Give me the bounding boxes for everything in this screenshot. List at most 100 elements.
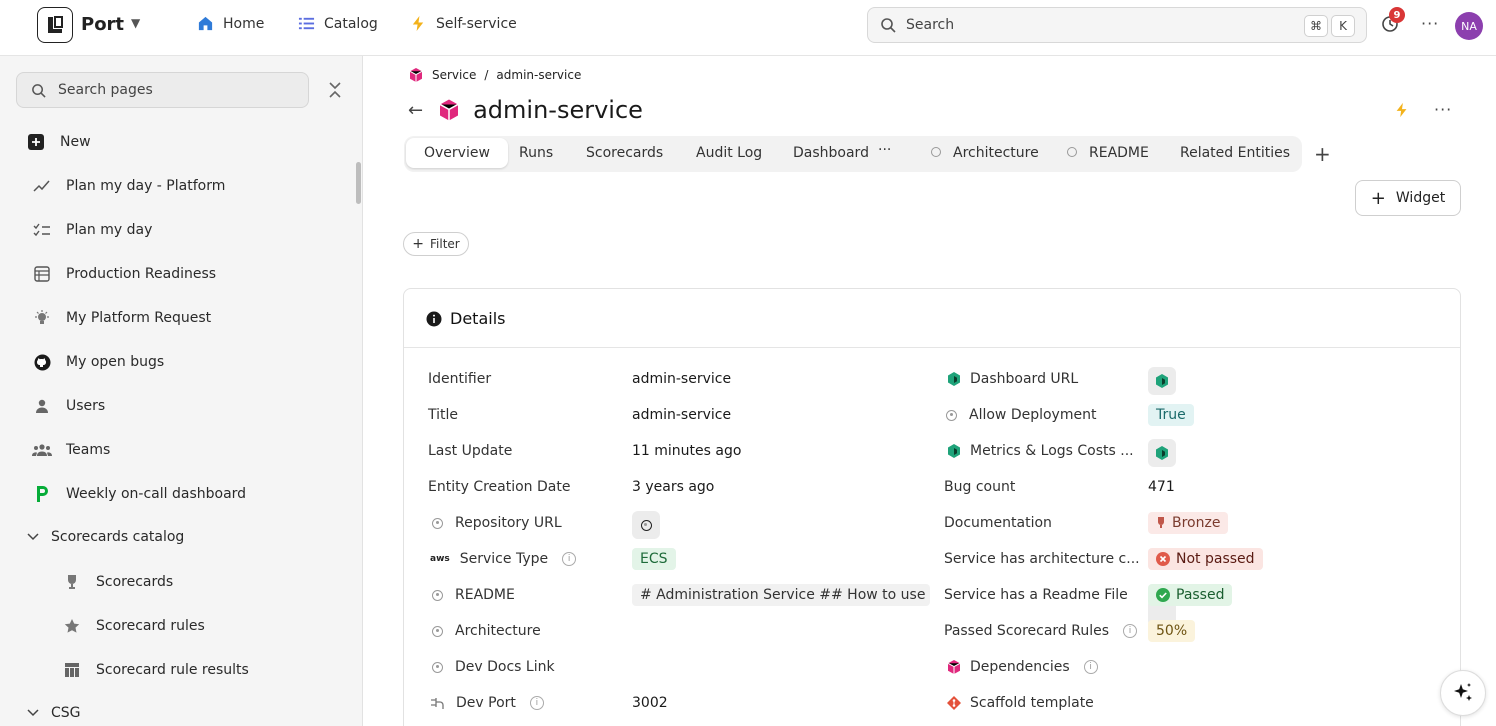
info-icon: [426, 311, 442, 326]
circle-dot-icon: [432, 625, 443, 637]
info-icon[interactable]: i: [562, 552, 577, 566]
sidebar-item-label: Scorecards: [96, 574, 174, 590]
detail-row-passed-rules: Passed Scorecard Rules i: [944, 619, 1138, 643]
readme-check-badge: Passed: [1148, 584, 1233, 606]
detail-value: 3 years ago: [632, 479, 715, 495]
detail-label: Entity Creation Date: [428, 479, 571, 495]
circle-dot-icon: [432, 661, 443, 673]
dashboard-logo-icon: [948, 372, 960, 386]
repository-link-icon[interactable]: [632, 511, 660, 539]
info-icon[interactable]: i: [1083, 660, 1098, 674]
add-tab-icon[interactable]: +: [1314, 142, 1331, 166]
sidebar-item-plan-my-day-platform[interactable]: Plan my day - Platform: [32, 176, 225, 196]
sidebar-folder-scorecards-catalog[interactable]: Scorecards catalog: [26, 527, 184, 547]
sidebar-item-my-open-bugs[interactable]: My open bugs: [32, 352, 164, 372]
nav-home-label: Home: [223, 15, 265, 32]
ai-assistant-button[interactable]: [1440, 670, 1486, 716]
info-icon[interactable]: i: [1123, 624, 1138, 638]
info-icon[interactable]: i: [529, 696, 544, 710]
tab-readme-label: README: [1089, 145, 1149, 161]
nav-home[interactable]: Home: [197, 15, 264, 32]
page-more-icon[interactable]: ···: [1434, 100, 1452, 119]
sidebar-item-my-platform-request[interactable]: My Platform Request: [32, 308, 211, 328]
tab-overview[interactable]: Overview: [406, 138, 508, 168]
add-widget-button[interactable]: + Widget: [1355, 180, 1461, 216]
plus-icon: +: [1370, 187, 1386, 209]
detail-label-wrap: Scaffold template: [946, 695, 1094, 711]
tab-readme[interactable]: README: [1067, 145, 1149, 161]
tab-scorecards[interactable]: Scorecards: [586, 145, 663, 161]
detail-value: admin-service: [632, 371, 732, 387]
top-bar: Port ▼ Home Catalog Self-service Search …: [0, 0, 1496, 56]
dashboard-logo-icon: [1156, 374, 1168, 388]
chevron-down-icon: [26, 703, 40, 723]
sidebar-item-label: Weekly on-call dashboard: [66, 486, 247, 502]
dashboard-url-button[interactable]: [1148, 367, 1176, 395]
actions-bolt-icon[interactable]: [1394, 101, 1410, 119]
detail-row-dev-docs-link: Dev Docs Link: [432, 655, 555, 679]
tab-dashboard[interactable]: Dashboard: [793, 145, 869, 161]
detail-label: Metrics & Logs Costs ...: [970, 443, 1134, 459]
detail-row-title: Title: [428, 403, 458, 427]
sidebar-search-input[interactable]: Search pages: [16, 72, 309, 108]
service-cube-icon: [947, 660, 961, 674]
sidebar-item-production-readiness[interactable]: Production Readiness: [32, 264, 216, 284]
tab-audit-log[interactable]: Audit Log: [696, 145, 762, 161]
detail-value: 11 minutes ago: [632, 443, 742, 459]
readme-preview[interactable]: # Administration Service ## How to use .…: [632, 584, 930, 606]
nav-self-service[interactable]: Self-service: [410, 15, 517, 32]
sidebar-item-teams[interactable]: Teams: [32, 440, 110, 460]
chevron-down-icon[interactable]: ▼: [131, 16, 140, 30]
filter-button[interactable]: + Filter: [403, 232, 469, 256]
nav-catalog[interactable]: Catalog: [298, 15, 378, 32]
breadcrumb-separator: /: [484, 68, 489, 82]
sidebar-item-scorecards[interactable]: Scorecards: [62, 572, 173, 592]
star-icon: [62, 616, 82, 636]
architecture-check-label: Not passed: [1176, 551, 1255, 567]
sidebar-item-weekly-on-call-dashboard[interactable]: Weekly on-call dashboard: [32, 484, 246, 504]
sidebar-item-label: My open bugs: [66, 354, 165, 370]
sidebar-folder-csg[interactable]: CSG: [26, 703, 81, 723]
breadcrumb: Service / admin-service: [408, 67, 581, 83]
sidebar-item-users[interactable]: Users: [32, 396, 105, 416]
sidebar: Search pages New Plan my day - Platform …: [0, 56, 363, 726]
sidebar-scrollbar[interactable]: [356, 162, 361, 204]
detail-label: Dashboard URL: [970, 371, 1079, 387]
sidebar-item-scorecard-rules[interactable]: Scorecard rules: [62, 616, 205, 636]
sidebar-item-label: Users: [66, 398, 106, 414]
user-icon: [32, 396, 52, 416]
detail-label: Scaffold template: [970, 695, 1094, 711]
tab-options-icon[interactable]: ···: [878, 142, 891, 158]
back-arrow-icon[interactable]: ←: [408, 100, 423, 121]
tab-architecture[interactable]: Architecture: [931, 145, 1039, 161]
avatar[interactable]: NA: [1455, 12, 1483, 40]
x-circle-icon: [1156, 552, 1170, 566]
detail-row-metrics-logs-costs: Metrics & Logs Costs ...: [946, 439, 1134, 463]
detail-label: Service Type: [459, 551, 549, 567]
github-icon: [32, 352, 52, 372]
metrics-link-button[interactable]: [1148, 439, 1176, 467]
global-search[interactable]: Search ⌘ K: [867, 7, 1367, 43]
detail-label-wrap: Passed Scorecard Rules i: [944, 623, 1138, 639]
grid-icon: [62, 660, 82, 680]
sidebar-item-scorecard-rule-results[interactable]: Scorecard rule results: [62, 660, 249, 680]
sidebar-item-label: Scorecard rules: [96, 618, 205, 634]
tab-runs[interactable]: Runs: [519, 145, 553, 161]
more-menu-icon[interactable]: ···: [1421, 14, 1439, 33]
detail-row-identifier: Identifier: [428, 367, 491, 391]
breadcrumb-root[interactable]: Service: [432, 68, 476, 82]
sidebar-item-plan-my-day[interactable]: Plan my day: [32, 220, 152, 240]
bulb-icon: [32, 308, 52, 328]
port-logo[interactable]: [37, 7, 73, 43]
sidebar-item-new[interactable]: New: [26, 132, 91, 152]
divider: [404, 347, 1460, 348]
notification-badge: 9: [1389, 7, 1405, 23]
detail-label-wrap: Architecture: [432, 623, 541, 639]
details-title: Details: [450, 309, 506, 328]
checklist-icon: [32, 220, 52, 240]
collapse-icon[interactable]: [327, 80, 343, 100]
check-circle-icon: [1156, 588, 1170, 602]
sidebar-item-label: CSG: [51, 705, 81, 721]
detail-label: Dev Docs Link: [455, 659, 555, 675]
tab-related-entities[interactable]: Related Entities: [1180, 145, 1290, 161]
